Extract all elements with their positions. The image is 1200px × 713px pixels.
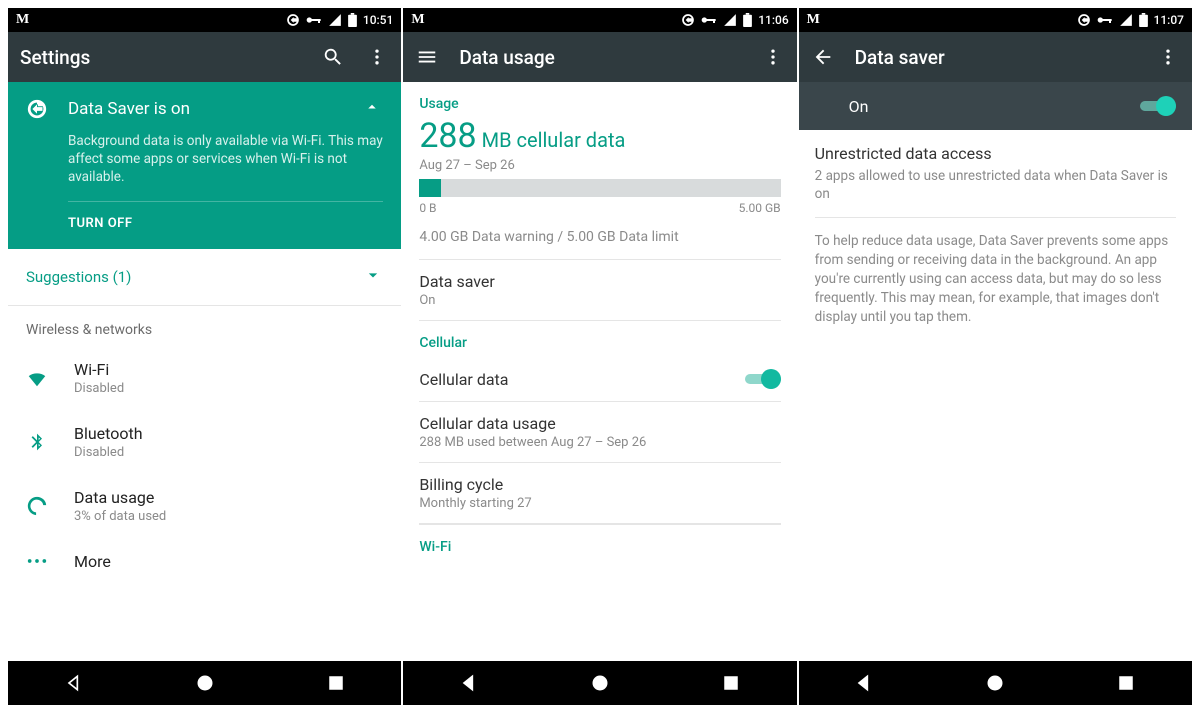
- suggestions-label: Suggestions (1): [26, 268, 131, 286]
- toggle-label: On: [815, 97, 1140, 116]
- data-saver-card: Data Saver is on Background data is only…: [8, 82, 401, 249]
- card-title: Data Saver is on: [68, 99, 343, 119]
- datasaver-status-icon: [1077, 13, 1091, 27]
- vpn-key-icon: [1097, 15, 1113, 25]
- back-nav-icon[interactable]: [458, 672, 480, 694]
- back-nav-icon[interactable]: [63, 672, 85, 694]
- data-usage-icon: [26, 495, 48, 517]
- status-bar: M 11:07: [799, 8, 1192, 32]
- cell-signal-icon: [1119, 13, 1133, 27]
- app-bar: Data saver: [799, 32, 1192, 82]
- screen-settings: M 10:51 Settings Data Saver is on: [8, 8, 403, 705]
- collapse-icon[interactable]: [363, 98, 383, 120]
- explanation-text: To help reduce data usage, Data Saver pr…: [815, 218, 1176, 340]
- back-nav-icon[interactable]: [853, 672, 875, 694]
- datasaver-status-icon: [286, 13, 300, 27]
- bar-min: 0 B: [419, 201, 436, 215]
- datasaver-icon: [26, 98, 48, 120]
- expand-icon: [363, 265, 383, 289]
- back-icon[interactable]: [811, 45, 835, 69]
- screen-data-usage: M 11:06 Data usage Usage 288 MB cellular…: [403, 8, 798, 705]
- more-icon: [26, 557, 48, 565]
- overflow-menu-icon[interactable]: [761, 45, 785, 69]
- billing-cycle-row[interactable]: Billing cycle Monthly starting 27: [419, 463, 780, 524]
- recents-nav-icon[interactable]: [720, 672, 742, 694]
- search-icon[interactable]: [321, 45, 345, 69]
- bluetooth-item[interactable]: Bluetooth Disabled: [8, 410, 401, 474]
- nav-bar: [8, 661, 401, 705]
- cellular-data-toggle[interactable]: [745, 369, 781, 389]
- hamburger-menu-icon[interactable]: [415, 45, 439, 69]
- suggestions-row[interactable]: Suggestions (1): [8, 249, 401, 306]
- status-time: 11:07: [1154, 13, 1184, 27]
- warning-line: 4.00 GB Data warning / 5.00 GB Data limi…: [419, 215, 780, 260]
- usage-header: Usage: [419, 82, 780, 112]
- page-title: Data saver: [855, 46, 1136, 69]
- bar-max: 5.00 GB: [739, 201, 781, 215]
- battery-icon: [348, 13, 357, 27]
- carrier-logo-icon: M: [411, 12, 424, 28]
- battery-icon: [1139, 13, 1148, 27]
- datasaver-status-icon: [681, 13, 695, 27]
- data-saver-row[interactable]: Data saver On: [419, 260, 780, 321]
- recents-nav-icon[interactable]: [325, 672, 347, 694]
- vpn-key-icon: [701, 15, 717, 25]
- overflow-menu-icon[interactable]: [1156, 45, 1180, 69]
- overflow-menu-icon[interactable]: [365, 45, 389, 69]
- data-saver-toggle[interactable]: [1140, 96, 1176, 116]
- cell-signal-icon: [723, 13, 737, 27]
- unrestricted-access-item[interactable]: Unrestricted data access 2 apps allowed …: [815, 130, 1176, 218]
- usage-amount: 288 MB cellular data: [419, 112, 780, 158]
- page-title: Settings: [20, 46, 301, 69]
- status-bar: M 11:06: [403, 8, 796, 32]
- status-time: 10:51: [363, 13, 393, 27]
- status-time: 11:06: [758, 13, 788, 27]
- home-nav-icon[interactable]: [984, 672, 1006, 694]
- wifi-header: Wi-Fi: [419, 524, 780, 561]
- wifi-item[interactable]: Wi-Fi Disabled: [8, 346, 401, 410]
- usage-bar: [419, 179, 780, 197]
- card-description: Background data is only available via Wi…: [68, 132, 383, 187]
- app-bar: Data usage: [403, 32, 796, 82]
- cellular-data-row[interactable]: Cellular data: [419, 357, 780, 402]
- carrier-logo-icon: M: [16, 12, 29, 28]
- nav-bar: [403, 661, 796, 705]
- recents-nav-icon[interactable]: [1115, 672, 1137, 694]
- section-header-wireless: Wireless & networks: [8, 306, 401, 346]
- nav-bar: [799, 661, 1192, 705]
- more-item[interactable]: More: [8, 538, 401, 585]
- wifi-icon: [26, 367, 48, 389]
- turn-off-button[interactable]: TURN OFF: [68, 216, 383, 231]
- usage-range: Aug 27 – Sep 26: [419, 158, 780, 173]
- cell-signal-icon: [328, 13, 342, 27]
- bluetooth-icon: [26, 431, 48, 453]
- battery-icon: [743, 13, 752, 27]
- cellular-header: Cellular: [419, 321, 780, 357]
- vpn-key-icon: [306, 15, 322, 25]
- carrier-logo-icon: M: [807, 12, 820, 28]
- page-title: Data usage: [459, 46, 740, 69]
- app-bar: Settings: [8, 32, 401, 82]
- home-nav-icon[interactable]: [589, 672, 611, 694]
- data-usage-item[interactable]: Data usage 3% of data used: [8, 474, 401, 538]
- status-bar: M 10:51: [8, 8, 401, 32]
- screen-data-saver: M 11:07 Data saver On Unrestricted data …: [799, 8, 1192, 705]
- master-toggle-row[interactable]: On: [799, 82, 1192, 130]
- cellular-usage-row[interactable]: Cellular data usage 288 MB used between …: [419, 402, 780, 463]
- home-nav-icon[interactable]: [194, 672, 216, 694]
